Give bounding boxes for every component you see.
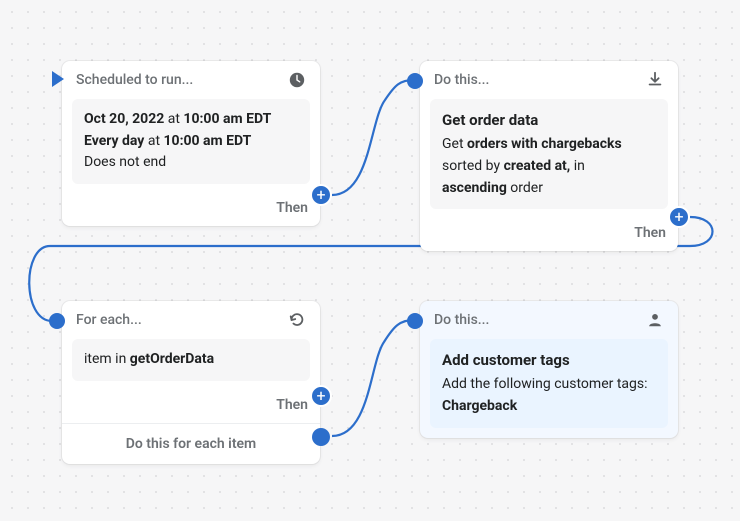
person-icon (646, 311, 664, 329)
foreach-bottom: Do this for each item (62, 423, 320, 464)
trigger-header: Scheduled to run... (76, 72, 193, 88)
add-step-button[interactable]: + (310, 184, 332, 206)
foreach-footer: Then (276, 397, 308, 413)
foreach-card[interactable]: For each... item in getOrderData Then Do… (62, 301, 320, 464)
refresh-icon (288, 311, 306, 329)
foreach-body: item in getOrderData (72, 339, 310, 381)
download-icon (646, 71, 664, 89)
connector-out-dot (312, 428, 330, 446)
connector-in-dot (407, 73, 423, 89)
add-tags-card[interactable]: Do this... Add customer tags Add the fol… (420, 301, 678, 438)
get-order-header: Do this... (434, 72, 489, 88)
connector-in-dot (407, 313, 423, 329)
trigger-footer: Then (276, 200, 308, 216)
get-order-body: Get order data Get orders with chargebac… (430, 99, 668, 209)
play-icon (50, 70, 66, 92)
trigger-card[interactable]: Scheduled to run... Oct 20, 2022 at 10:0… (62, 61, 320, 226)
add-step-button[interactable]: + (310, 385, 332, 407)
foreach-header: For each... (76, 312, 142, 328)
add-tags-header: Do this... (434, 312, 489, 328)
trigger-body: Oct 20, 2022 at 10:00 am EDT Every day a… (72, 99, 310, 184)
get-order-footer: Then (634, 225, 666, 241)
clock-icon (288, 71, 306, 89)
connector-in-dot (49, 313, 65, 329)
add-tags-body: Add customer tags Add the following cust… (430, 339, 668, 428)
get-order-card[interactable]: Do this... Get order data Get orders wit… (420, 61, 678, 251)
add-step-button[interactable]: + (668, 206, 690, 228)
